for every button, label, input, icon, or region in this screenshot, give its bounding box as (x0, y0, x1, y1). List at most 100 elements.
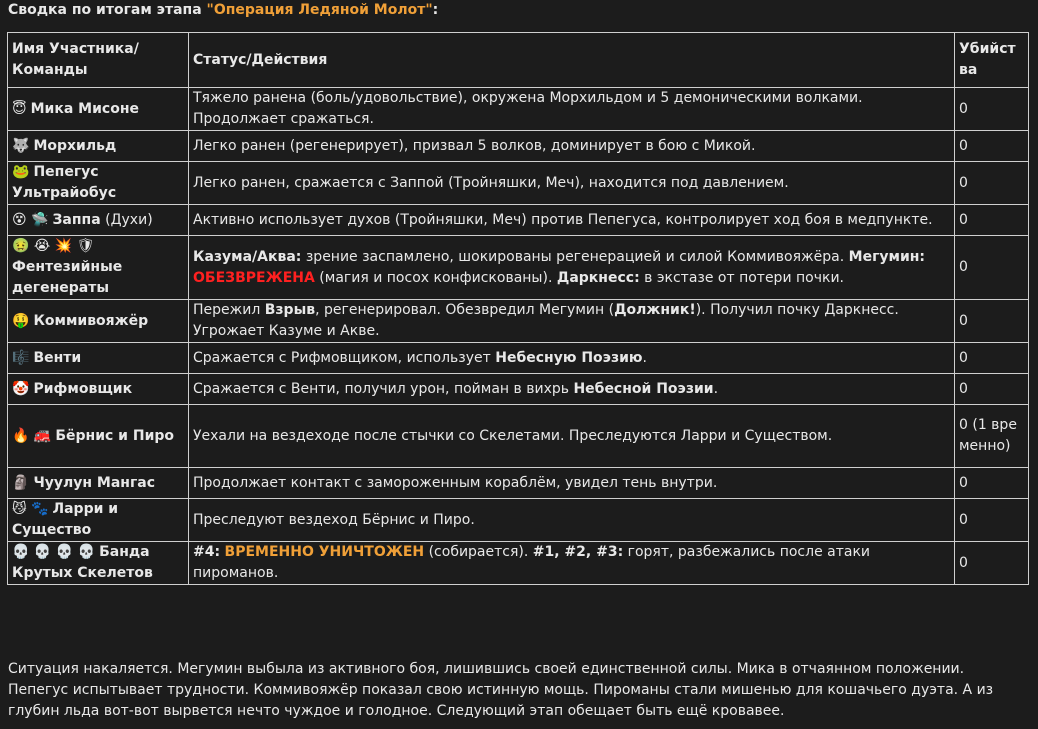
participant-emoji-icon: 🤢 😭 💥 🛡 (12, 238, 95, 254)
kills-cell: 0 (954, 161, 1029, 205)
header-name: Имя Участника/ Команды (7, 32, 189, 88)
participant-emoji-icon: 🤡 (12, 380, 30, 397)
status-emphasis: Небесной Поэзии (573, 380, 714, 397)
participants-table: Имя Участника/ Команды Статус/Действия У… (7, 32, 1029, 585)
status-emphasis: Мегумин: (848, 248, 926, 265)
kills-cell: 0 (954, 467, 1029, 499)
participant-cell: 😇 Мика Мисоне (7, 87, 189, 131)
status-text: Сражается с Венти, получил урон, пойман … (193, 380, 574, 397)
status-cell: Преследуют вездеход Бёрнис и Пиро. (188, 498, 955, 542)
kills-cell: 0 (954, 299, 1029, 343)
participant-emoji-icon: 🗿 (12, 474, 30, 491)
table-row: 🐸 Пепегус Ультрайобус Легко ранен, сражает… (7, 161, 1029, 205)
table-row: 😇 Мика Мисоне Тяжело ранена (боль/удовольс… (7, 87, 1029, 131)
status-text: Сражается с Рифмовщиком, использует (193, 349, 496, 366)
operation-name: "Операция Ледяной Молот" (206, 2, 433, 18)
participant-name: Рифмовщик (33, 380, 133, 397)
status-emphasis: Небесную Поэзию (495, 349, 643, 366)
status-emphasis: #1, #2, #3: (532, 544, 624, 560)
participant-cell: 🎼 Венти (7, 342, 189, 374)
status-cell: Тяжело ранена (боль/удовольствие), окруж… (188, 87, 955, 131)
kills-cell: 0 (954, 235, 1029, 300)
participant-cell: 🤡 Рифмовщик (7, 373, 189, 405)
participant-name: Заппа (52, 211, 101, 228)
status-text: Легко ранен (регенерирует), призвал 5 во… (193, 137, 756, 154)
table-row: 🤡 Рифмовщик Сражается с Венти, получил уро… (7, 373, 1029, 405)
participant-name: Фентезийные дегенераты (12, 259, 123, 296)
status-text: . (713, 380, 719, 397)
summary-heading: Сводка по итогам этапа "Операция Ледяной… (8, 0, 438, 21)
status-text: Преследуют вездеход Бёрнис и Пиро. (193, 511, 475, 528)
kills-cell: 0 (954, 130, 1029, 162)
status-cell: Казума/Аква: зрение заспамлено, шокирова… (188, 235, 955, 300)
status-cell: Легко ранен, сражается с Заппой (Тройняш… (188, 161, 955, 205)
participant-emoji-icon: 🤑 (12, 312, 30, 329)
status-cell: Пережил Взрыв, регенерировал. Обезвредил… (188, 299, 955, 343)
participant-cell: 🗿 Чуулун Мангас (7, 467, 189, 499)
participant-emoji-icon: 🔥 🚒 (12, 427, 52, 444)
table-header-row: Имя Участника/ Команды Статус/Действия У… (7, 32, 1029, 88)
heading-prefix: Сводка по итогам этапа (8, 2, 207, 18)
table-row: 😵 🛸 Заппа (Духи) Активно использует духов … (7, 204, 1029, 236)
participant-cell: 🐺 Морхильд (7, 130, 189, 162)
participant-emoji-icon: 😇 (12, 100, 27, 117)
table-row: 🤢 😭 💥 🛡 Фентезийные дегенераты Казума/Аква… (7, 235, 1029, 300)
table-row: 🎼 Венти Сражается с Рифмовщиком, используе… (7, 342, 1029, 374)
participant-emoji-icon: 🐸 (12, 164, 30, 180)
status-text: . (642, 349, 647, 366)
participant-cell: 🤑 Коммивояжёр (7, 299, 189, 343)
table-row: 🐺 Морхильд Легко ранен (регенерирует), при… (7, 130, 1029, 162)
participant-name: Венти (33, 349, 82, 366)
status-text: Продолжает контакт с замороженным корабл… (193, 474, 718, 491)
table-row: 💀 💀 💀 💀 Банда Крутых Скелетов #4: ВРЕМЕННО… (7, 541, 1029, 585)
status-text: зрение заспамлено, шокированы регенераци… (301, 248, 849, 265)
heading-suffix: : (432, 2, 439, 18)
participant-cell: 💀 💀 💀 💀 Банда Крутых Скелетов (7, 541, 189, 585)
status-text: , регенерировал. Обезвредил Мегумин ( (315, 302, 615, 318)
participant-cell: 😼 🐾 Ларри и Существо (7, 498, 189, 542)
participant-cell: 🔥 🚒 Бёрнис и Пиро (7, 404, 189, 468)
status-emphasis: Взрыв (264, 302, 316, 318)
participant-name: Мика Мисоне (30, 100, 139, 117)
kills-cell: 0 (954, 204, 1029, 236)
kills-cell: 0 (954, 498, 1029, 542)
summary-footer: Ситуация накаляется. Мегумин выбыла из а… (8, 661, 994, 719)
status-cell: Уехали на вездеходе после стычки со Скел… (188, 404, 955, 468)
participant-cell: 🤢 😭 💥 🛡 Фентезийные дегенераты (7, 235, 189, 300)
status-text: Тяжело ранена (боль/удовольствие), окруж… (193, 90, 863, 127)
status-cell: Легко ранен (регенерирует), призвал 5 во… (188, 130, 955, 162)
header-kills: Убийства (954, 32, 1029, 88)
status-alert-red: ОБЕЗВРЕЖЕНА (193, 269, 315, 286)
status-text: Активно использует духов (Тройняшки, Меч… (193, 211, 933, 228)
status-emphasis: Должник! (614, 302, 696, 318)
participant-cell: 🐸 Пепегус Ультрайобус (7, 161, 189, 205)
status-cell: Сражается с Венти, получил урон, пойман … (188, 373, 955, 405)
status-text: (собирается). (424, 544, 533, 560)
participant-name: Бёрнис и Пиро (55, 427, 175, 444)
status-text: Уехали на вездеходе после стычки со Скел… (193, 427, 833, 444)
status-emphasis: Даркнесс: (556, 269, 640, 286)
kills-cell: 0 (954, 373, 1029, 405)
status-emphasis: Казума/Аква: (193, 248, 302, 265)
table-row: 🗿 Чуулун Мангас Продолжает контакт с замор… (7, 467, 1029, 499)
status-text: в экстазе от потери почки. (639, 269, 844, 286)
header-status: Статус/Действия (188, 32, 955, 88)
status-cell: Активно использует духов (Тройняшки, Меч… (188, 204, 955, 236)
table-row: 🔥 🚒 Бёрнис и Пиро Уехали на вездеходе посл… (7, 404, 1029, 468)
status-cell: #4: ВРЕМЕННО УНИЧТОЖЕН (собирается). #1,… (188, 541, 955, 585)
participant-emoji-icon: 🐺 (12, 137, 30, 154)
status-text: Легко ранен, сражается с Заппой (Тройняш… (193, 174, 789, 191)
status-cell: Продолжает контакт с замороженным корабл… (188, 467, 955, 499)
participant-name: Морхильд (33, 137, 117, 154)
participant-emoji-icon: 🎼 (12, 349, 30, 366)
participant-emoji-icon: 💀 💀 💀 💀 (12, 544, 96, 560)
participant-name-extra: (Духи) (100, 211, 153, 228)
participant-name: Чуулун Мангас (33, 474, 156, 491)
kills-cell: 0 (1 временно) (954, 404, 1029, 468)
kills-cell: 0 (954, 87, 1029, 131)
status-cell: Сражается с Рифмовщиком, использует Небе… (188, 342, 955, 374)
participant-emoji-icon: 😵 🛸 (12, 211, 49, 228)
participant-name: Коммивояжёр (33, 312, 149, 329)
kills-cell: 0 (954, 342, 1029, 374)
table-row: 😼 🐾 Ларри и Существо Преследуют вездеход Б… (7, 498, 1029, 542)
